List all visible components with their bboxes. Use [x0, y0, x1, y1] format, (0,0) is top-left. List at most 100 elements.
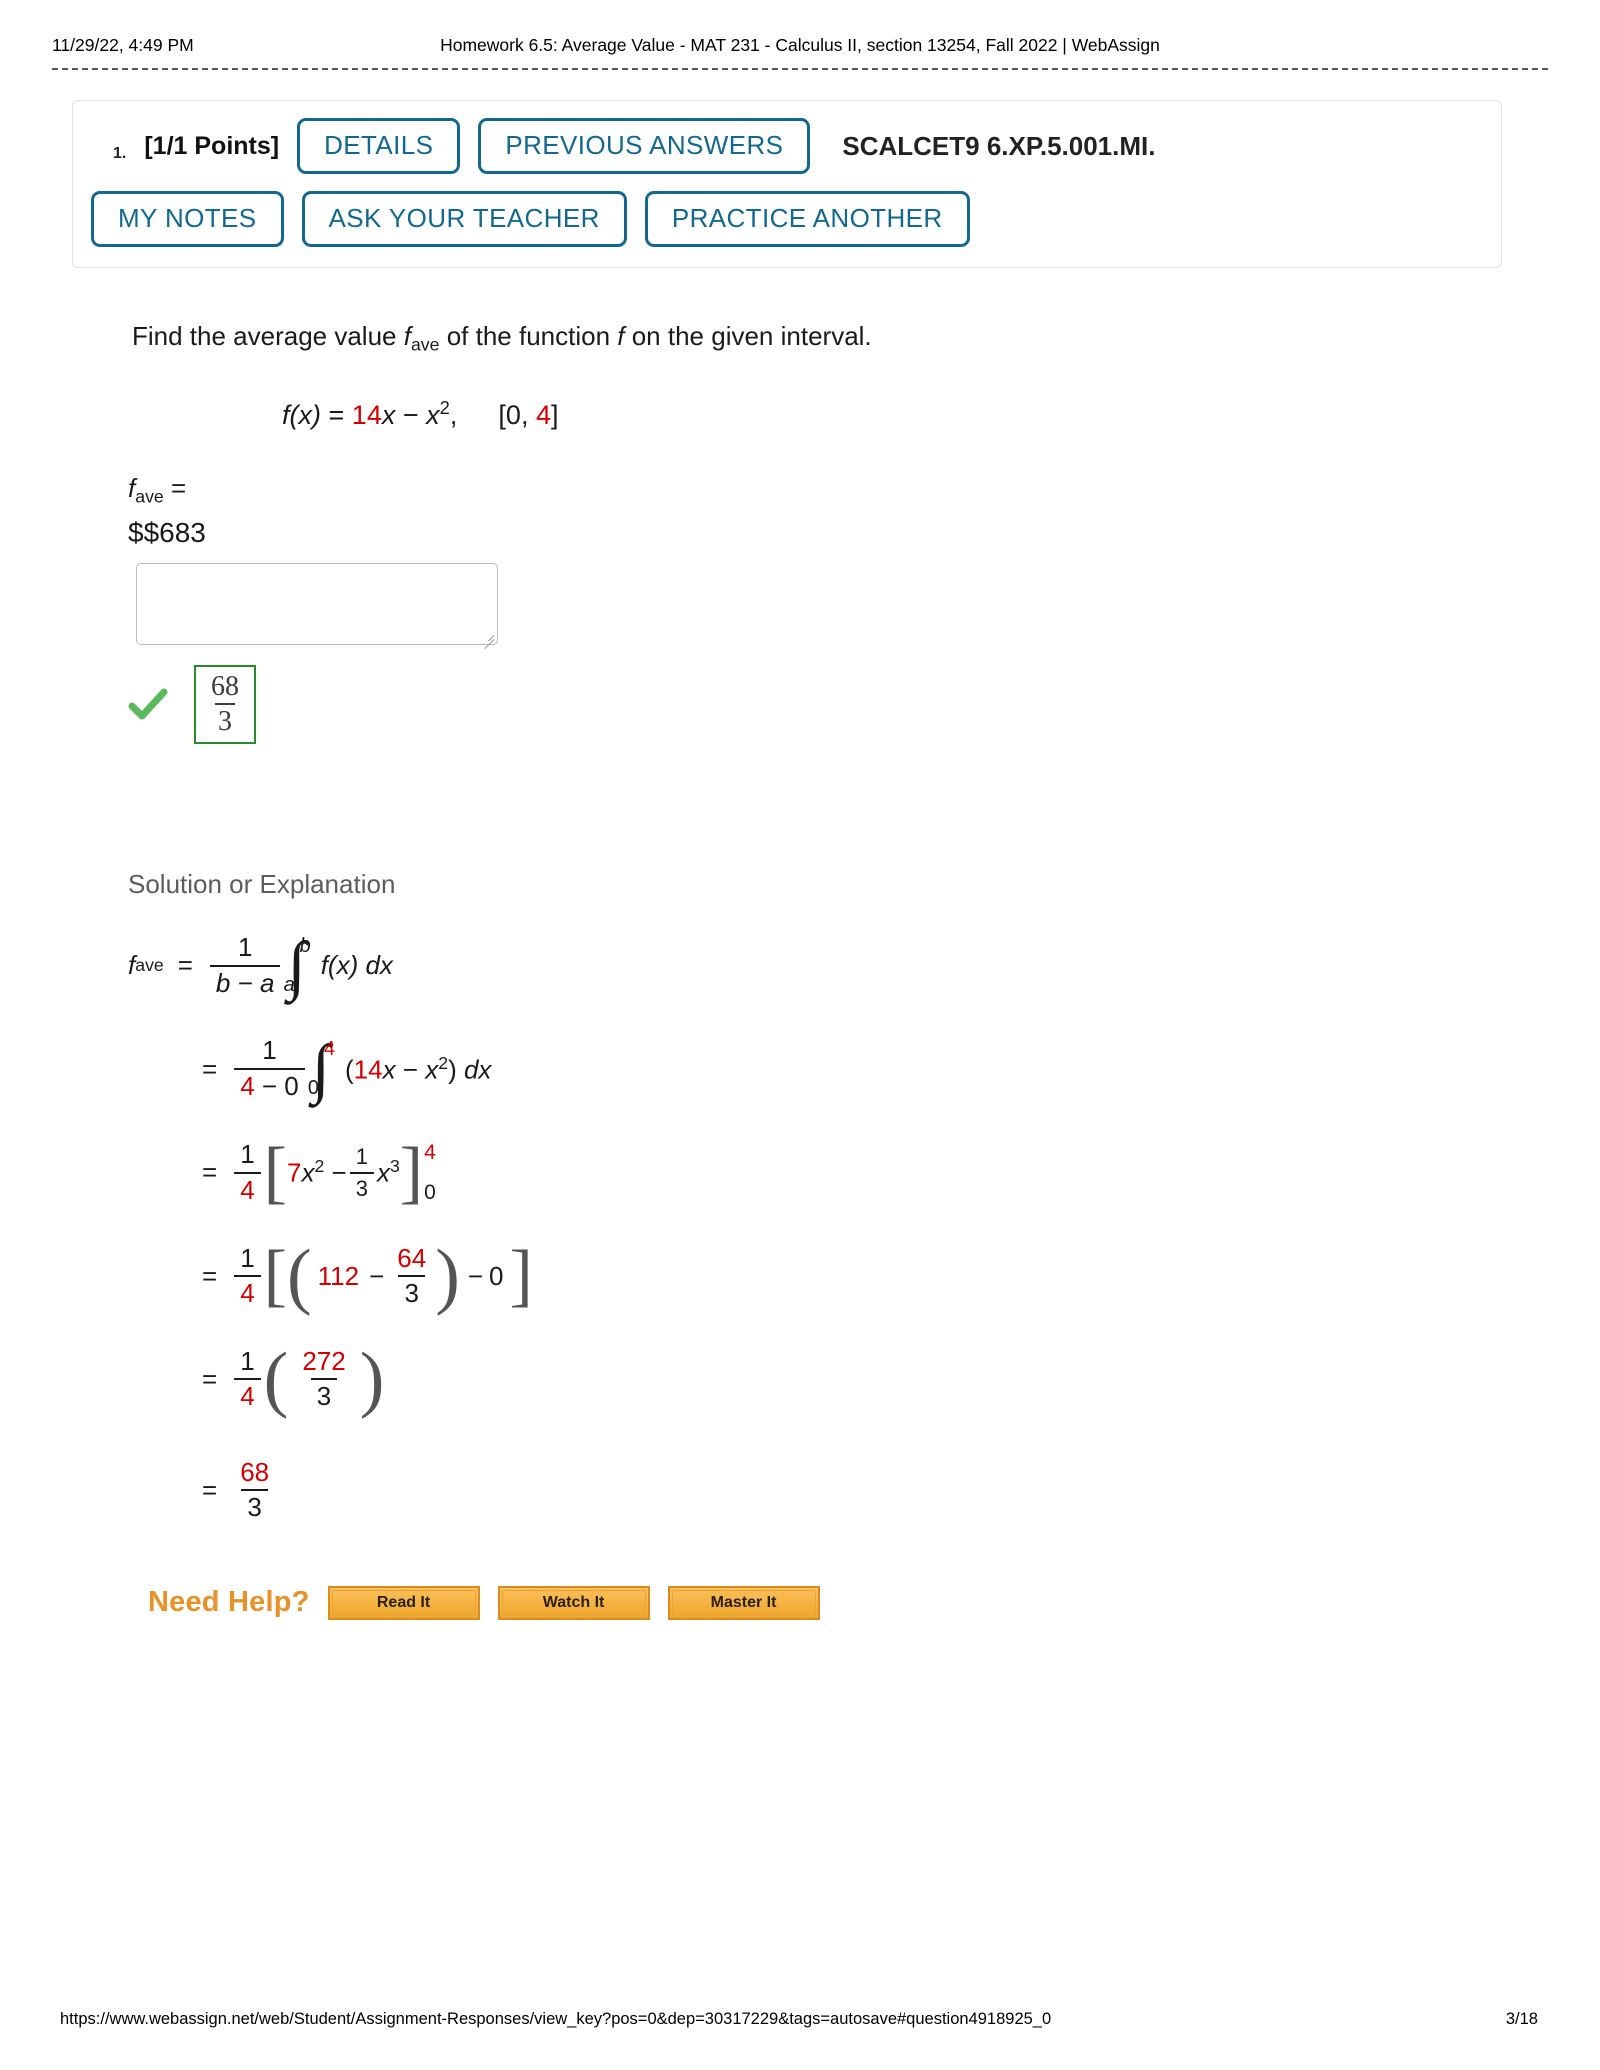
bracket-open-icon: [ [263, 1237, 287, 1315]
sol5-frac-denominator: 4 [234, 1378, 261, 1411]
sol2-dx: dx [463, 1054, 492, 1085]
print-footer-url: https://www.webassign.net/web/Student/As… [60, 2010, 1052, 2028]
bracket-open-icon: [ [263, 1133, 287, 1211]
previous-answers-button[interactable]: PREVIOUS ANSWERS [478, 118, 811, 174]
paren-close-icon: ) [359, 1337, 385, 1420]
print-footer: https://www.webassign.net/web/Student/As… [0, 2010, 1600, 2034]
read-it-button[interactable]: Read It [327, 1585, 480, 1620]
sol4-minus: − [369, 1260, 385, 1291]
sol3-minus: − [331, 1157, 347, 1188]
sol2-equals: = [202, 1053, 218, 1084]
sol1-integrand: f(x) dx [320, 950, 393, 981]
sol3-frac-denominator: 4 [234, 1171, 261, 1205]
sol2-coefficient: 14 [353, 1054, 383, 1085]
sol3-inner-frac-denominator: 3 [349, 1171, 374, 1200]
correct-answer-numerator: 68 [211, 670, 239, 702]
answer-raw-latex-text: $$683 [128, 517, 206, 549]
sol2-fraction: 1 4 − 0 [234, 1037, 305, 1100]
sol5-fraction-2: 272 3 [296, 1347, 351, 1411]
function-term2-var: x [426, 399, 440, 430]
sol4-frac-numerator: 1 [240, 1242, 255, 1273]
sol2-term2: x [425, 1054, 439, 1085]
question-toolbar-row-2: MY NOTES ASK YOUR TEACHER PRACTICE ANOTH… [91, 191, 1483, 247]
sol3-evaluation-limits: 4 0 [424, 1141, 436, 1205]
paren-close-icon: ) [435, 1234, 460, 1317]
sol6-frac-denominator: 3 [241, 1489, 268, 1522]
sol2-integral-upper: 4 [323, 1038, 335, 1061]
solution-line-3: = 1 4 [ 7x2 − 1 3 x3 ] 4 0 [188, 1133, 1600, 1211]
sol4-value-1: 112 [317, 1260, 360, 1291]
answer-input[interactable] [136, 563, 498, 646]
watch-it-button[interactable]: Watch It [497, 1585, 650, 1620]
print-footer-page-number: 3/18 [1505, 2010, 1538, 2028]
function-term2-exponent: 2 [439, 396, 450, 418]
green-check-icon [128, 688, 168, 720]
sol4-zero: 0 [489, 1260, 504, 1291]
sol2-open-paren: ( [344, 1054, 354, 1085]
answer-label-equals: = [170, 472, 187, 503]
prompt-text-before: Find the average value [132, 321, 404, 351]
question-toolbar-row-1: 1. [1/1 Points] DETAILS PREVIOUS ANSWERS… [91, 115, 1483, 177]
print-header: 11/29/22, 4:49 PM Homework 6.5: Average … [0, 30, 1600, 60]
sol1-integral-upper: b [299, 934, 311, 957]
function-coefficient: 14 [351, 399, 382, 430]
function-minus: − [402, 399, 419, 430]
solution-line-4: = 1 4 [ ( 112 − 64 3 ) − 0 ] [188, 1234, 1600, 1317]
my-notes-button[interactable]: MY NOTES [91, 191, 284, 247]
solution-line-6: = 68 3 [188, 1458, 1600, 1522]
function-fx: f(x) [282, 399, 321, 430]
sol3-inner-frac-numerator: 1 [355, 1144, 368, 1170]
correct-answer-denominator: 3 [215, 702, 235, 736]
sol4-minus-2: − [467, 1260, 484, 1291]
sol1-frac-denominator: b − a [209, 964, 281, 998]
watch-it-label: Watch It [501, 1589, 646, 1616]
sol6-equals: = [202, 1474, 218, 1505]
prompt-f2-symbol: f [617, 321, 625, 351]
function-definition: f(x) = 14x − x2, [0, 4] [282, 397, 1600, 431]
practice-another-button[interactable]: PRACTICE ANOTHER [644, 191, 970, 247]
answer-label: fave = [128, 473, 1600, 508]
ask-your-teacher-button[interactable]: ASK YOUR TEACHER [301, 191, 627, 247]
sol3-equals: = [202, 1157, 218, 1188]
sol2-var: x [382, 1054, 396, 1085]
sol4-frac2-numerator: 64 [397, 1242, 427, 1273]
function-equals: = [328, 399, 345, 430]
sol4-fraction-2: 64 3 [391, 1242, 432, 1308]
sol4-frac-denominator: 4 [234, 1275, 261, 1308]
need-help-label: Need Help? [148, 1586, 310, 1619]
sol2-close-paren: ) [448, 1054, 457, 1085]
question-card: 1. [1/1 Points] DETAILS PREVIOUS ANSWERS… [72, 100, 1502, 268]
paren-open-icon: ( [263, 1337, 289, 1420]
sol3-var2-exponent: 3 [389, 1156, 400, 1177]
function-comma: , [449, 399, 458, 430]
sol2-term2-exponent: 2 [438, 1052, 449, 1073]
read-it-label: Read It [331, 1589, 476, 1616]
sol5-fraction: 1 4 [234, 1345, 261, 1411]
sol3-fraction: 1 4 [234, 1140, 261, 1205]
sol5-frac-numerator: 1 [240, 1345, 255, 1376]
prompt-text-middle: of the function [439, 321, 618, 351]
sol2-frac-denominator: 4 − 0 [234, 1068, 305, 1101]
paren-open-icon: ( [286, 1234, 312, 1317]
master-it-button[interactable]: Master It [667, 1585, 820, 1620]
solution-line-2: = 1 4 − 0 ∫ 4 0 (14x − x2) dx [188, 1036, 1600, 1101]
question-prompt: Find the average value fave of the funct… [132, 320, 1600, 357]
sol4-equals: = [202, 1260, 218, 1291]
sol3-var: x [301, 1157, 315, 1188]
solution-line-5: = 1 4 ( 272 3 ) [188, 1337, 1600, 1420]
sol6-fraction: 68 3 [234, 1458, 275, 1522]
sol3-eval-upper: 4 [424, 1140, 436, 1164]
sol2-integrand: (14x − x2) dx [345, 1053, 491, 1086]
sol2-frac-numerator: 1 [262, 1035, 277, 1066]
sol4-frac2-denominator: 3 [398, 1275, 425, 1308]
sol1-f-subscript: ave [135, 955, 164, 976]
question-points: [1/1 Points] [144, 131, 280, 160]
sol3-eval-lower: 0 [424, 1180, 436, 1204]
sol1-frac-numerator: 1 [237, 932, 253, 963]
interval-close: ] [551, 399, 559, 430]
prompt-f-symbol: f [403, 321, 411, 351]
sol1-integral-lower: a [283, 973, 295, 996]
sol2-integral-lower: 0 [307, 1077, 319, 1100]
sol5-frac2-denominator: 3 [310, 1378, 338, 1411]
details-button[interactable]: DETAILS [297, 118, 461, 174]
